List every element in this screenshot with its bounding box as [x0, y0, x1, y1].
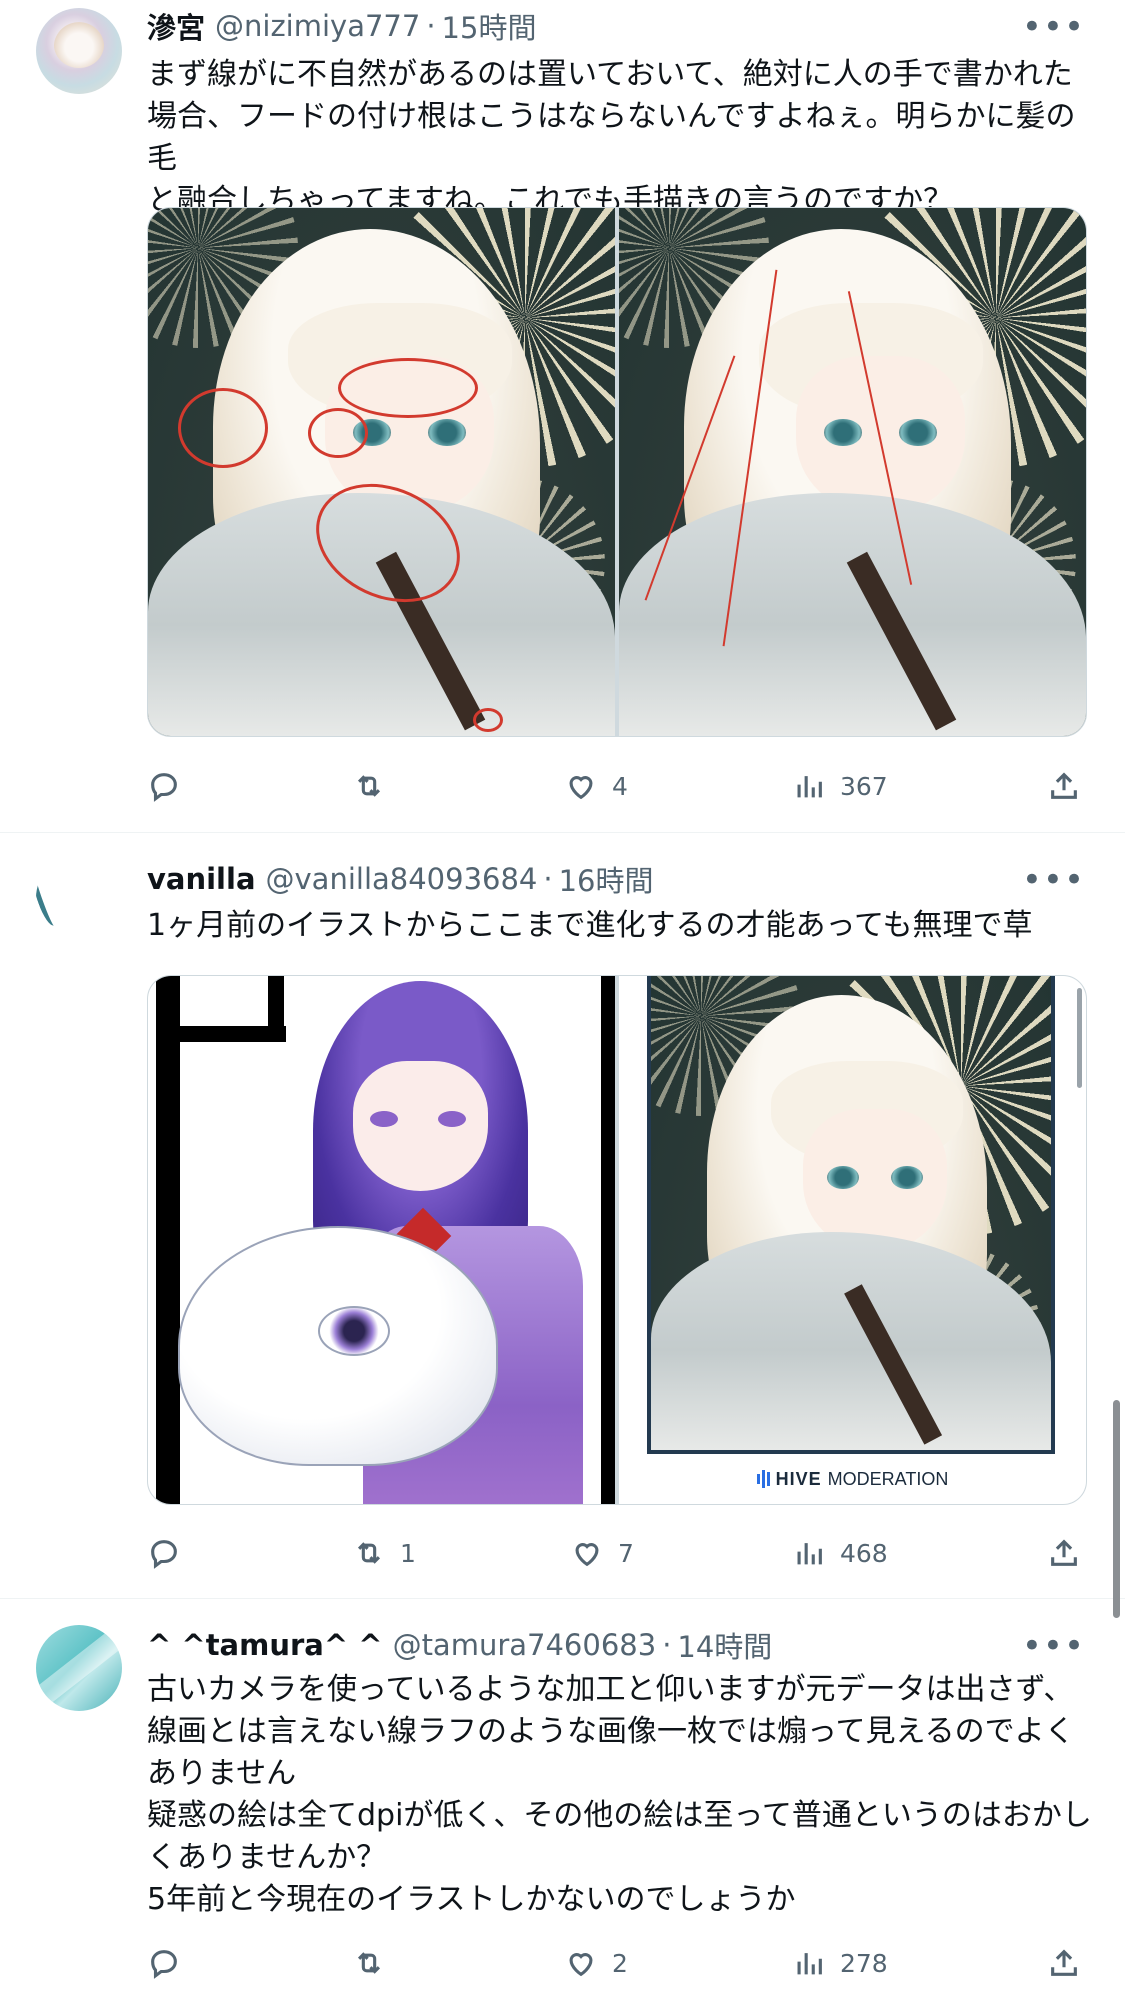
tweet-header: ^ ^tamura^ ^ @tamura7460683 · 14時間 — [147, 1625, 772, 1665]
share-icon — [1051, 1539, 1077, 1566]
share-icon — [1051, 1949, 1077, 1976]
hive-caption-text: MODERATION — [827, 1468, 949, 1489]
more-options-icon[interactable]: ••• — [1022, 863, 1085, 897]
share-button[interactable] — [1047, 766, 1081, 806]
avatar[interactable] — [36, 8, 122, 94]
tweet-header: vanilla @vanilla84093684 · 16時間 — [147, 859, 654, 899]
media-image-left[interactable] — [148, 208, 615, 736]
tweet-2[interactable]: vanilla @vanilla84093684 · 16時間 ••• 1ヶ月前… — [0, 833, 1125, 1598]
tweet-actions: 1 7 468 — [147, 1533, 1092, 1573]
hive-brand: HIVE — [775, 1468, 822, 1489]
like-icon — [575, 1543, 599, 1567]
tweet-actions: 4 367 — [147, 766, 1092, 806]
views-count: 278 — [840, 1948, 888, 1978]
like-button[interactable]: 2 — [564, 1943, 628, 1983]
tweet-actions: 2 278 — [147, 1943, 1092, 1983]
retweet-icon — [357, 1952, 381, 1974]
red-annotation-circle — [178, 388, 268, 468]
tweet-text: 1ヶ月前のイラストからここまで進化するの才能あっても無理で草 — [147, 908, 1033, 943]
views-icon — [797, 776, 822, 798]
more-options-icon[interactable]: ••• — [1022, 10, 1085, 44]
views-button[interactable]: 367 — [792, 766, 888, 806]
separator-dot: · — [426, 9, 436, 43]
views-icon — [797, 1953, 822, 1975]
share-button[interactable] — [1047, 1533, 1081, 1573]
retweet-button[interactable] — [352, 1943, 400, 1983]
red-annotation-circle — [473, 708, 503, 732]
retweet-button[interactable] — [352, 766, 400, 806]
share-button[interactable] — [1047, 1943, 1081, 1983]
like-count: 4 — [612, 771, 628, 801]
page-scrollbar[interactable] — [1113, 1400, 1120, 1618]
media-image-right[interactable] — [619, 208, 1086, 736]
tweet-header: 滲宮 @nizimiya777 · 15時間 — [147, 6, 536, 46]
media-image-right[interactable]: HIVE MODERATION — [619, 976, 1086, 1504]
tweet-3[interactable]: ^ ^tamura^ ^ @tamura7460683 · 14時間 ••• 古… — [0, 1599, 1125, 2009]
views-count: 468 — [840, 1538, 888, 1568]
reply-icon — [151, 1950, 177, 1979]
image-scrollbar[interactable] — [1077, 988, 1082, 1088]
hive-moderation-caption: HIVE MODERATION — [619, 1464, 1086, 1494]
tweet-media[interactable] — [147, 207, 1087, 737]
like-button[interactable]: 4 — [564, 766, 628, 806]
like-count: 2 — [612, 1948, 628, 1978]
retweet-button[interactable]: 1 — [352, 1533, 416, 1573]
like-button[interactable]: 7 — [570, 1533, 634, 1573]
views-button[interactable]: 278 — [792, 1943, 888, 1983]
views-button[interactable]: 468 — [792, 1533, 888, 1573]
handle[interactable]: @tamura7460683 — [393, 1628, 657, 1662]
views-icon — [797, 1543, 822, 1565]
tweet-text: まず線がに不自然があるのは置いておいて、絶対に人の手で書かれた 場合、フードの付… — [147, 57, 1076, 218]
avatar[interactable] — [36, 855, 122, 941]
display-name[interactable]: ^ ^tamura^ ^ — [147, 1628, 383, 1662]
hive-logo-icon — [756, 1470, 770, 1488]
reply-icon — [151, 773, 177, 802]
retweet-count: 1 — [400, 1538, 416, 1568]
timestamp[interactable]: 16時間 — [559, 858, 654, 900]
handle[interactable]: @vanilla84093684 — [266, 862, 538, 896]
separator-dot: · — [543, 862, 553, 896]
more-options-icon[interactable]: ••• — [1022, 1629, 1085, 1663]
tweet-1[interactable]: 滲宮 @nizimiya777 · 15時間 ••• まず線がに不自然があるのは… — [0, 0, 1125, 830]
separator-dot: · — [662, 1628, 672, 1662]
display-name[interactable]: vanilla — [147, 862, 256, 896]
avatar[interactable] — [36, 1625, 122, 1711]
handle[interactable]: @nizimiya777 — [215, 9, 420, 43]
timestamp[interactable]: 15時間 — [442, 5, 537, 47]
reply-button[interactable] — [147, 1943, 195, 1983]
views-count: 367 — [840, 771, 888, 801]
red-annotation-circle — [308, 408, 368, 458]
retweet-icon — [357, 1542, 381, 1564]
tweet-media[interactable]: HIVE MODERATION — [147, 975, 1087, 1505]
reply-icon — [151, 1540, 177, 1569]
reply-button[interactable] — [147, 1533, 195, 1573]
timestamp[interactable]: 14時間 — [677, 1624, 772, 1666]
media-image-left[interactable] — [148, 976, 615, 1504]
like-icon — [569, 776, 593, 800]
red-annotation-circle — [338, 358, 478, 418]
reply-button[interactable] — [147, 766, 195, 806]
like-icon — [569, 1953, 593, 1977]
retweet-icon — [357, 775, 381, 797]
share-icon — [1051, 772, 1077, 799]
display-name[interactable]: 滲宮 — [147, 5, 205, 47]
tweet-text: 古いカメラを使っているような加工と仰いますが元データは出さず、 線画とは言えない… — [147, 1672, 1092, 1917]
like-count: 7 — [618, 1538, 634, 1568]
